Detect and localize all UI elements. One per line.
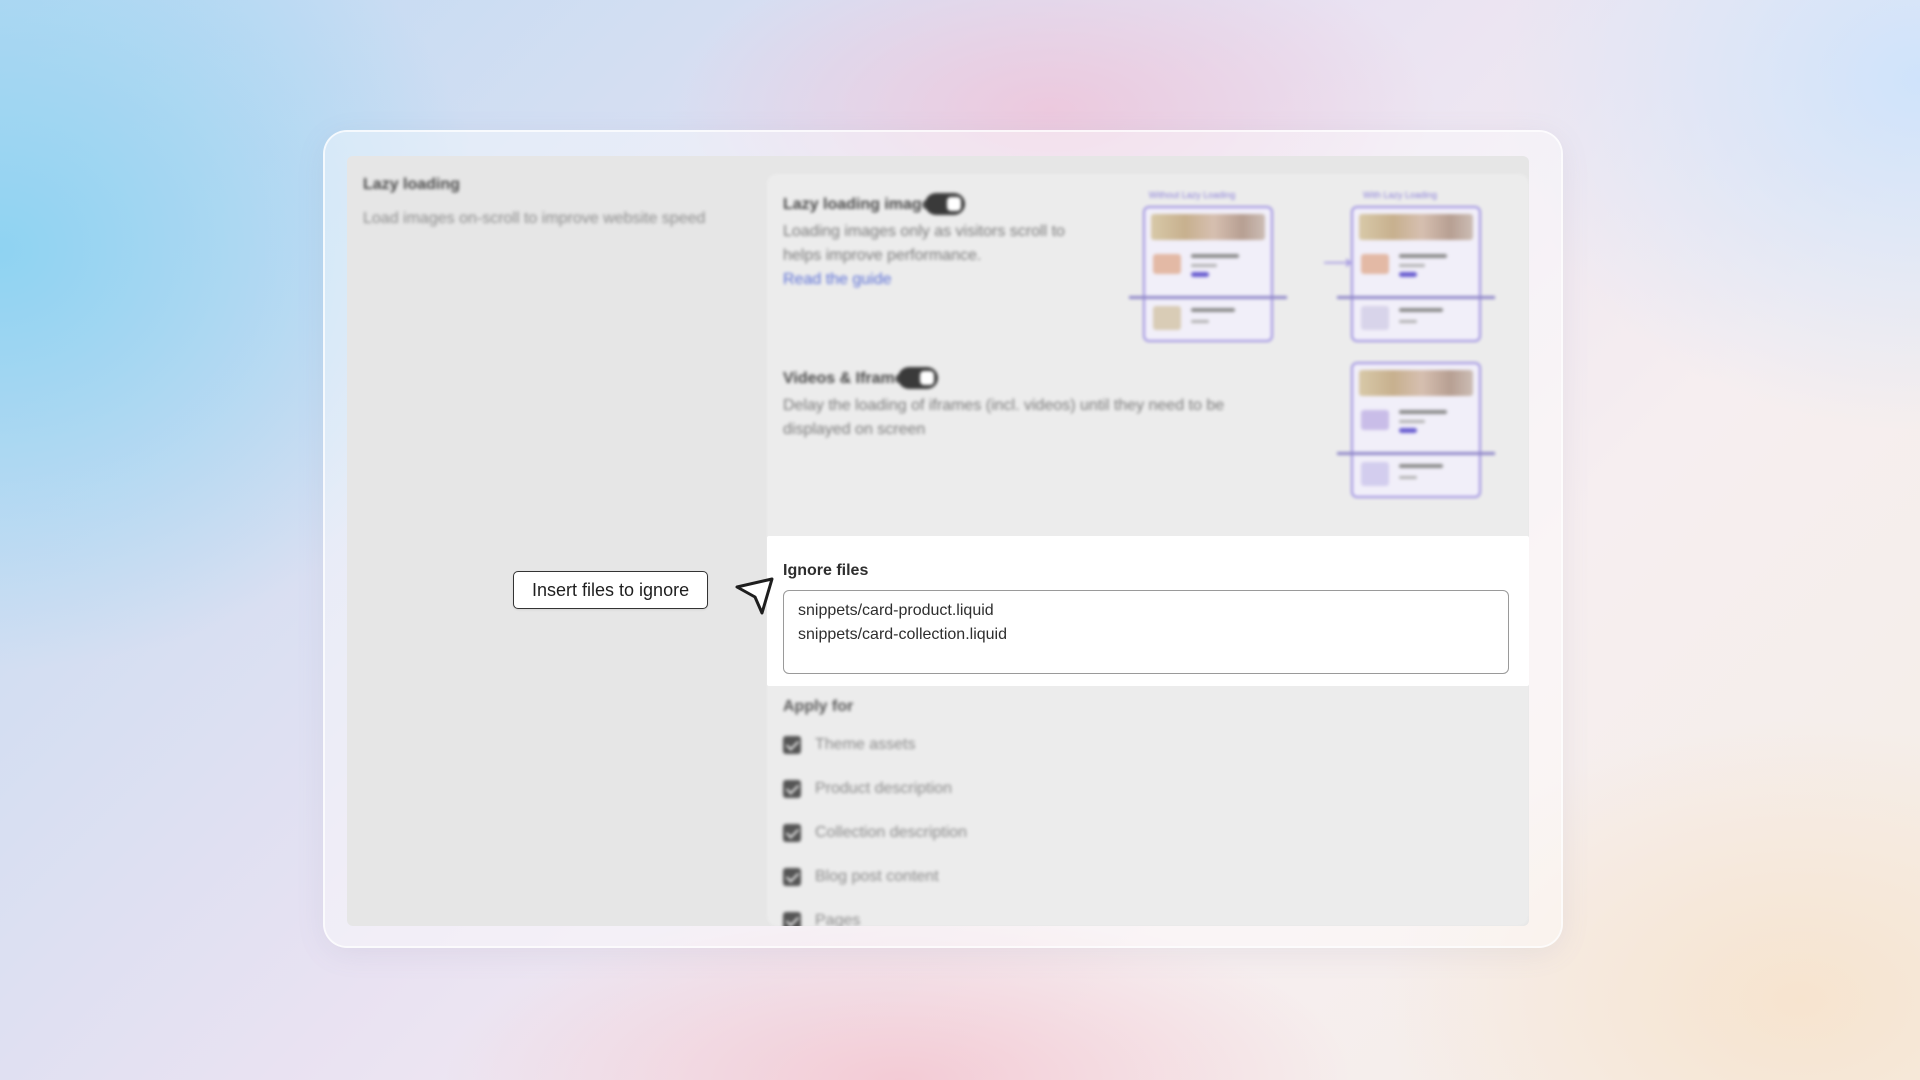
mock-text-line — [1399, 476, 1417, 479]
videos-description-line-2: displayed on screen — [783, 421, 926, 438]
mock-videos-lazy — [1337, 362, 1495, 498]
mock-without-lazy-loading — [1129, 206, 1287, 342]
mock-text-line — [1191, 254, 1239, 258]
mock-text-line — [1191, 264, 1217, 267]
section-title: Lazy loading — [363, 176, 460, 193]
mock-text-line — [1399, 320, 1417, 323]
settings-panel: Lazy loading Load images on-scroll to im… — [347, 156, 1529, 926]
videos-description: Delay the loading of iframes (incl. vide… — [783, 394, 1303, 442]
section-description: Load images on-scroll to improve website… — [363, 210, 706, 227]
ignore-files-textarea[interactable]: snippets/card-product.liquid snippets/ca… — [783, 590, 1509, 674]
mock-text-line — [1399, 410, 1447, 414]
videos-description-line-1: Delay the loading of iframes (incl. vide… — [783, 397, 1225, 414]
arrow-right-icon: ⟶ — [1323, 252, 1352, 274]
mock-button — [1191, 272, 1209, 277]
mock-hero-image — [1359, 370, 1473, 396]
mock-button — [1399, 428, 1417, 433]
lazy-images-toggle[interactable] — [925, 193, 965, 215]
checkbox-checked[interactable] — [783, 780, 801, 798]
mock-fold-line — [1337, 296, 1495, 299]
screenshot-frame: Lazy loading Load images on-scroll to im… — [325, 132, 1561, 946]
cursor-arrow-icon — [735, 577, 774, 615]
mock-text-line — [1399, 464, 1443, 468]
lazy-images-description-line-2: helps improve performance. — [783, 247, 982, 264]
illustration-label-after: With Lazy Loading — [1362, 190, 1438, 200]
ignore-files-section: Ignore files snippets/card-product.liqui… — [767, 536, 1529, 686]
mock-thumbnail — [1361, 410, 1389, 430]
mock-text-line — [1399, 308, 1443, 312]
checkbox-checked[interactable] — [783, 912, 801, 926]
videos-title: Videos & Iframes — [783, 370, 913, 387]
mock-with-lazy-loading — [1337, 206, 1495, 342]
mock-hero-image — [1359, 214, 1473, 240]
insert-files-callout: Insert files to ignore — [513, 571, 709, 609]
mock-hero-image — [1151, 214, 1265, 240]
mock-text-line — [1399, 264, 1425, 267]
mock-video-placeholder — [1361, 462, 1389, 486]
read-guide-link[interactable]: Read the guide — [783, 268, 1083, 292]
mock-thumbnail — [1361, 254, 1389, 274]
lazy-images-title: Lazy loading images — [783, 196, 940, 213]
ignore-files-label: Ignore files — [783, 562, 869, 579]
checkbox-label: Pages — [815, 912, 861, 926]
mock-fold-line — [1129, 296, 1287, 299]
illustration-label-before: Without Lazy Loading — [1148, 190, 1236, 200]
checkbox-checked[interactable] — [783, 868, 801, 886]
checkbox-checked[interactable] — [783, 824, 801, 842]
mock-button — [1399, 272, 1417, 277]
mock-fold-line — [1337, 452, 1495, 455]
mock-text-line — [1191, 308, 1235, 312]
mock-text-line — [1191, 320, 1209, 323]
checkbox-label: Theme assets — [815, 736, 916, 753]
mock-text-line — [1399, 420, 1425, 423]
mock-thumbnail — [1153, 254, 1181, 274]
mock-text-line — [1399, 254, 1447, 258]
mock-thumbnail — [1153, 306, 1181, 330]
mock-placeholder — [1361, 306, 1389, 330]
checkbox-label: Collection description — [815, 824, 968, 841]
checkbox-label: Blog post content — [815, 868, 939, 885]
checkbox-checked[interactable] — [783, 736, 801, 754]
apply-for-title: Apply for — [783, 698, 854, 715]
lazy-images-description-line-1: Loading images only as visitors scroll t… — [783, 223, 1065, 240]
checkbox-label: Product description — [815, 780, 952, 797]
lazy-images-description: Loading images only as visitors scroll t… — [783, 220, 1083, 292]
videos-toggle[interactable] — [898, 367, 938, 389]
